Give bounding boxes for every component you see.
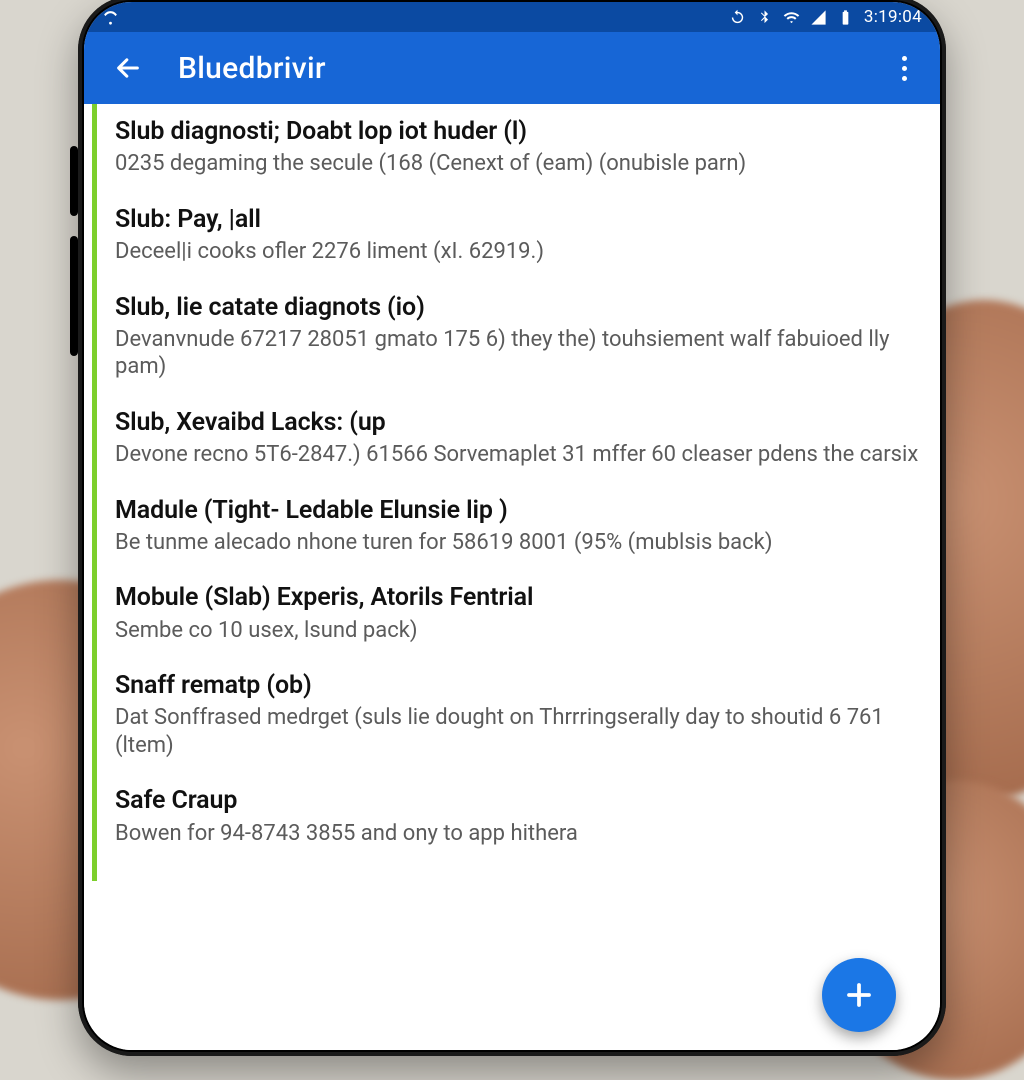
list-item[interactable]: Slub diagnosti; Doabt lop iot huder (l) 0… [97, 104, 940, 192]
plus-icon [844, 980, 874, 1010]
list-item-desc: Devanvnude 67217 28051 gmato 175 6) they… [115, 326, 920, 381]
list-item-title: Mobule (Slab) Experis, Atorils Fentrial [115, 582, 920, 613]
list-item-desc: Sembe co 10 usex, lsund pack) [115, 617, 920, 645]
list-item[interactable]: Slub: Pay, |all Deceel|i cooks ofler 2276… [97, 192, 940, 280]
phone-screen: 3:19:04 Bluedbrivir Slub diagnosti; Doab… [84, 2, 940, 1050]
list-item-desc: 0235 degaming the secule (168 (Cenext of… [115, 150, 920, 178]
arrow-left-icon [114, 54, 142, 82]
kebab-dot-icon [902, 56, 907, 61]
list-item[interactable]: Mobule (Slab) Experis, Atorils Fentrial S… [97, 570, 940, 658]
list-item[interactable]: Slub, Xevaibd Lacks: (up Devone recno 5T6… [97, 395, 940, 483]
list-item[interactable]: Snaff rematp (ob)Dat Sonffrased medrget … [97, 658, 940, 773]
list-item-title: Slub, lie catate diagnots (io) [115, 292, 920, 323]
battery-icon [837, 9, 854, 26]
sync-icon [729, 9, 746, 26]
list-item-title: Safe Craup [115, 785, 920, 816]
list-item[interactable]: Slub, lie catate diagnots (io)Devanvnude… [97, 280, 940, 395]
status-time: 3:19:04 [864, 7, 922, 27]
wifi-icon [783, 9, 800, 26]
add-fab[interactable] [822, 958, 896, 1032]
back-button[interactable] [106, 46, 150, 90]
list-item-title: Slub, Xevaibd Lacks: (up [115, 407, 920, 438]
list-item-title: Snaff rematp (ob) [115, 670, 920, 701]
list-item-title: Madule (Tight- Ledable Elunsie lip ) [115, 495, 920, 526]
more-options-button[interactable] [882, 46, 926, 90]
signal-icon [810, 9, 827, 26]
kebab-dot-icon [902, 76, 907, 81]
wifi-activity-icon [102, 9, 119, 26]
list-item[interactable]: Safe Craup Bowen for 94-8743 3855 and ony… [97, 773, 940, 861]
list-item-desc: Devone recno 5T6-2847.) 61566 Sorvemaple… [115, 441, 920, 469]
list-item-title: Slub diagnosti; Doabt lop iot huder (l) [115, 116, 920, 147]
list-item-desc: Deceel|i cooks ofler 2276 liment (xI. 62… [115, 238, 920, 266]
bluetooth-icon [756, 9, 773, 26]
list-item[interactable]: Madule (Tight- Ledable Elunsie lip ) Be t… [97, 483, 940, 571]
content-area: Slub diagnosti; Doabt lop iot huder (l) 0… [84, 104, 940, 1050]
kebab-dot-icon [902, 66, 907, 71]
status-bar: 3:19:04 [84, 2, 940, 32]
list-item-desc: Dat Sonffrased medrget (suls lie dought … [115, 704, 920, 759]
list-item-desc: Be tunme alecado nhone turen for 58619 8… [115, 529, 920, 557]
phone-frame: 3:19:04 Bluedbrivir Slub diagnosti; Doab… [78, 0, 946, 1056]
list-item-title: Slub: Pay, |all [115, 204, 920, 235]
app-title: Bluedbrivir [178, 51, 854, 86]
list-item-desc: Bowen for 94-8743 3855 and ony to app hi… [115, 820, 920, 848]
diagnostic-list[interactable]: Slub diagnosti; Doabt lop iot huder (l) 0… [92, 104, 940, 881]
app-bar: Bluedbrivir [84, 32, 940, 104]
